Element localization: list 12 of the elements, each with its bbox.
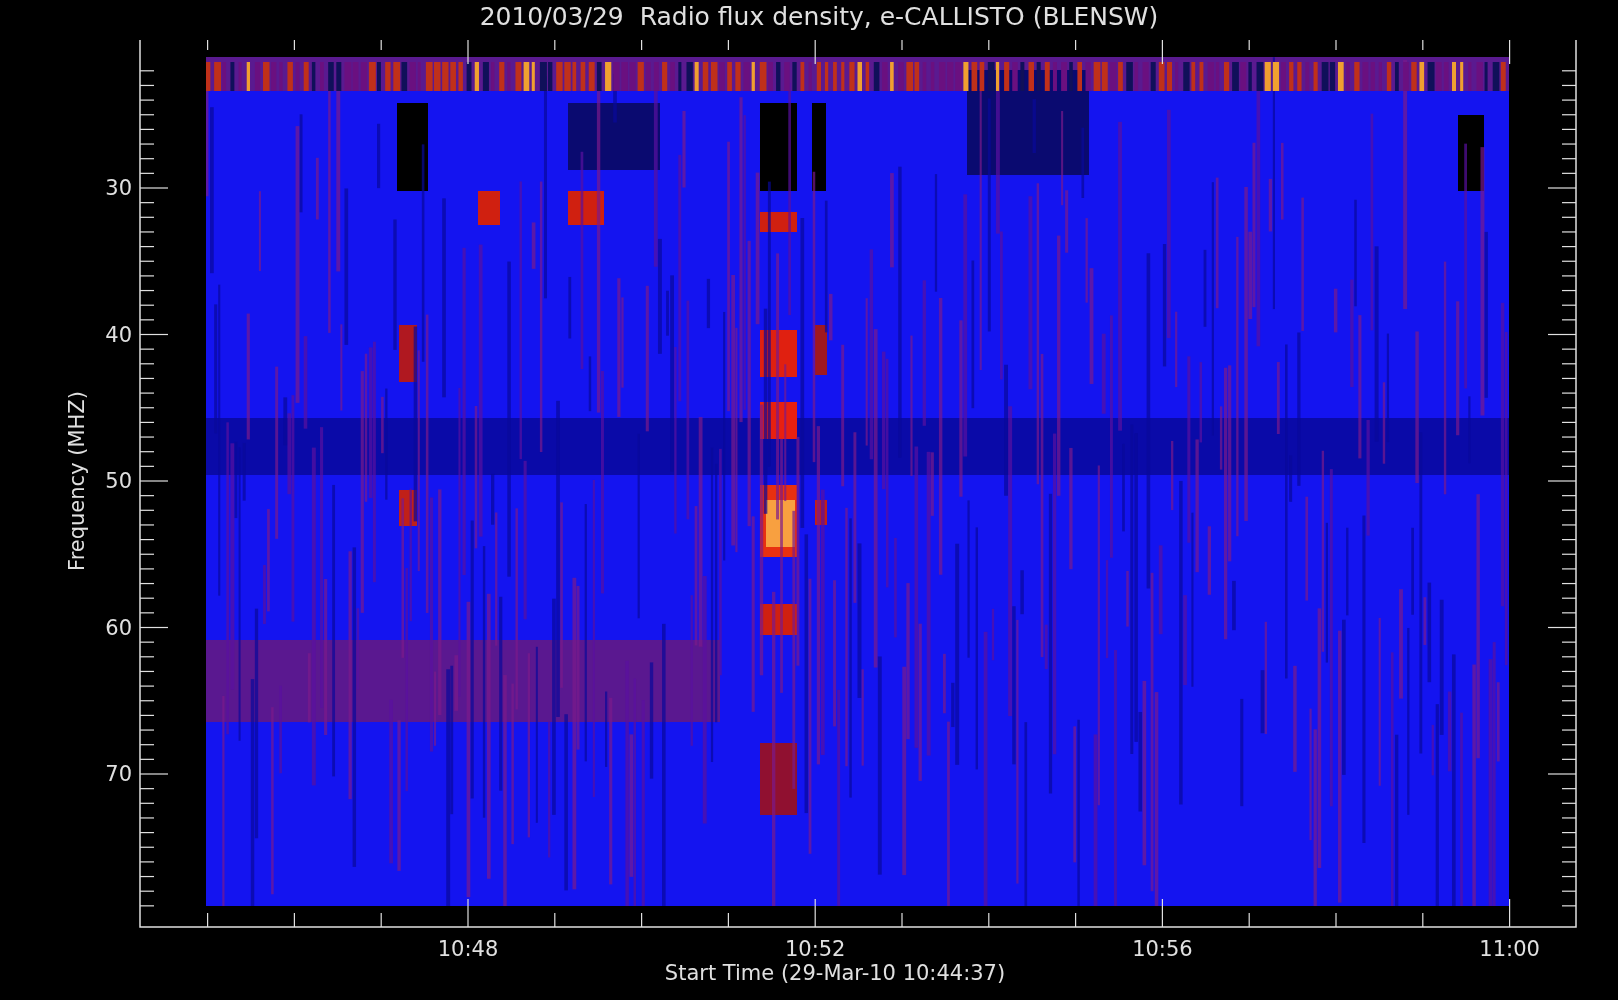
tick-label: 40 bbox=[105, 322, 132, 347]
tick-label: 10:56 bbox=[1132, 937, 1193, 961]
tick-label: 30 bbox=[105, 176, 132, 200]
chart-title: 2010/03/29 Radio flux density, e-CALLISTO (BLENSW) bbox=[478, 1, 1160, 33]
axis-title: Start Time (29-Mar-10 10:44:37) bbox=[664, 961, 1006, 985]
tick-label: 11:00 bbox=[1479, 937, 1540, 961]
tick-label: 70 bbox=[105, 762, 132, 786]
tick-label: 10:48 bbox=[437, 937, 499, 961]
tick-label: 60 bbox=[105, 615, 132, 640]
tick-label: 10:52 bbox=[784, 937, 846, 961]
tick-label: 50 bbox=[105, 469, 132, 493]
axis-title: Frequency (MHZ) bbox=[65, 391, 89, 571]
